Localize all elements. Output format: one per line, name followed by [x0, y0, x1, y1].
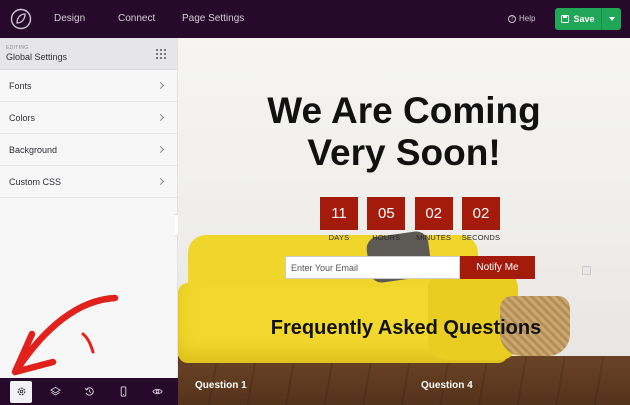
countdown-seconds: 02 SECONDS — [462, 197, 500, 242]
sidebar-item-label: Background — [9, 144, 58, 155]
save-label: Save — [573, 14, 595, 24]
email-field[interactable] — [285, 256, 460, 279]
help-label: Help — [519, 14, 536, 23]
countdown-label: MINUTES — [416, 233, 452, 242]
sidebar-item-label: Custom CSS — [9, 176, 62, 187]
faq-question-1[interactable]: Question 1 — [195, 380, 247, 391]
faq-question-4[interactable]: Question 4 — [421, 380, 473, 391]
nav-page-settings[interactable]: Page Settings — [182, 0, 244, 38]
sidebar-item-label: Fonts — [9, 80, 32, 91]
drag-handle-icon[interactable] — [156, 49, 168, 59]
countdown-value: 02 — [414, 197, 453, 230]
mobile-preview-icon — [120, 386, 126, 397]
floppy-disk-icon — [561, 15, 570, 23]
top-bar: Design Connect Page Settings ? Help Save — [0, 0, 630, 38]
sidebar-header: EDITING Global Settings — [0, 38, 177, 70]
sidebar-item-custom-css[interactable]: Custom CSS — [0, 166, 177, 198]
global-settings-button[interactable] — [10, 380, 32, 403]
help-icon: ? — [508, 15, 516, 23]
nav-connect[interactable]: Connect — [118, 0, 155, 38]
chevron-right-icon — [156, 177, 165, 186]
headline-line-2: Very Soon! — [307, 132, 501, 173]
preview-button[interactable] — [146, 381, 168, 403]
background-outlet — [582, 266, 591, 275]
countdown-timer[interactable]: 11 DAYS 05 HOURS 02 MINUTES 02 SECONDS — [320, 197, 500, 242]
gear-icon — [17, 387, 25, 396]
chevron-right-icon — [156, 81, 165, 90]
save-button[interactable]: Save — [555, 8, 602, 30]
leaf-logo-icon[interactable] — [10, 8, 32, 30]
sidebar-item-colors[interactable]: Colors — [0, 102, 177, 134]
sidebar-item-label: Colors — [9, 112, 36, 123]
layers-icon — [49, 386, 61, 396]
nav-design[interactable]: Design — [54, 0, 85, 38]
caret-down-icon — [608, 17, 615, 21]
save-options-dropdown[interactable] — [602, 8, 621, 30]
countdown-value: 02 — [461, 197, 500, 230]
sidebar-item-fonts[interactable]: Fonts — [0, 70, 177, 102]
sidebar-title: Global Settings — [6, 52, 68, 62]
email-optin-form: Notify Me — [285, 256, 535, 279]
editing-label: EDITING — [6, 45, 29, 51]
faq-heading[interactable]: Frequently Asked Questions — [178, 317, 630, 340]
countdown-value: 05 — [367, 197, 406, 230]
page-preview-canvas: We Are Coming Very Soon! 11 DAYS 05 HOUR… — [178, 38, 630, 405]
mobile-preview-button[interactable] — [112, 381, 134, 403]
layers-button[interactable] — [44, 381, 66, 403]
annotation-arrow-icon — [11, 294, 119, 376]
countdown-label: DAYS — [328, 233, 350, 242]
countdown-minutes: 02 MINUTES — [414, 197, 453, 242]
chevron-right-icon — [156, 113, 165, 122]
coming-soon-headline[interactable]: We Are Coming Very Soon! — [178, 90, 630, 174]
help-link[interactable]: ? Help — [508, 0, 535, 38]
sidebar-item-background[interactable]: Background — [0, 134, 177, 166]
bottom-toolbar — [0, 378, 178, 405]
headline-line-1: We Are Coming — [267, 90, 541, 131]
countdown-days: 11 DAYS — [320, 197, 358, 242]
countdown-label: HOURS — [372, 233, 401, 242]
eye-preview-icon — [151, 388, 163, 395]
notify-me-button[interactable]: Notify Me — [460, 256, 535, 279]
countdown-value: 11 — [320, 197, 358, 230]
revision-history-button[interactable] — [78, 381, 100, 403]
countdown-label: SECONDS — [461, 233, 501, 242]
countdown-hours: 05 HOURS — [367, 197, 406, 242]
save-button-group: Save — [555, 8, 621, 30]
chevron-right-icon — [156, 145, 165, 154]
history-icon — [84, 387, 94, 396]
